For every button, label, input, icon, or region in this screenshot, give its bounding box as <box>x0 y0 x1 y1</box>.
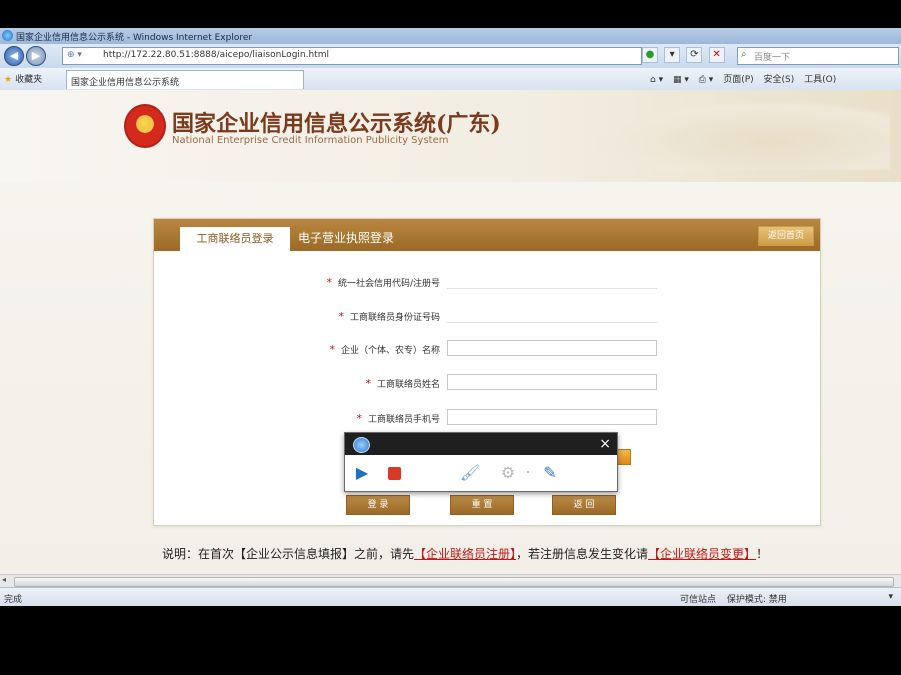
note-suffix: ！ <box>756 547 769 561</box>
print-icon[interactable]: ⎙ ▾ <box>699 75 714 85</box>
back-home-button[interactable]: 返回首页 <box>758 226 814 246</box>
site-header: ★ 国家企业信用信息公示系统(广东) National Enterprise C… <box>0 90 901 182</box>
company-name-label: 企业（个体、农专）名称 <box>340 346 440 356</box>
ie-logo-icon <box>2 30 13 41</box>
id-number-input[interactable] <box>447 307 657 323</box>
search-input[interactable]: ⌕ 百度一下 <box>737 47 899 65</box>
register-link[interactable]: 【企业联络员注册】 <box>414 547 516 561</box>
close-icon[interactable]: × <box>599 435 611 453</box>
favorites-bar: ★ 收藏夹 国家企业信用信息公示系统 ⌂ ▾ ▦ ▾ ⎙ ▾ 页面(P) 安全(S… <box>0 68 901 91</box>
scrollbar-thumb[interactable] <box>14 577 894 587</box>
field-label: * 统一社会信用代码/注册号 <box>326 276 440 289</box>
note-prefix: 说明：在首次【企业公示信息填报】之前，请先 <box>162 547 415 561</box>
required-mark: * <box>338 310 344 323</box>
separator <box>527 471 529 473</box>
stop-load-icon[interactable]: ✕ <box>708 47 725 63</box>
url-text: http://172.22.80.51:8888/aicepo/liaisonL… <box>103 50 329 60</box>
recorder-logo-icon <box>353 437 370 453</box>
favorites-label: 收藏夹 <box>15 75 43 85</box>
search-placeholder: 百度一下 <box>754 53 791 63</box>
horizontal-scrollbar[interactable]: ◂ <box>0 574 901 587</box>
field-row-company-name: * 企业（个体、农专）名称 <box>154 338 820 360</box>
menu-tools[interactable]: 工具(O) <box>804 75 836 85</box>
status-zone: 可信站点 保护模式: 禁用 <box>680 592 795 605</box>
tab-liaison-login[interactable]: 工商联络员登录 <box>180 227 290 251</box>
site-title: 国家企业信用信息公示系统(广东) <box>172 111 501 137</box>
window-title-bar: 国家企业信用信息公示系统 - Windows Internet Explorer <box>0 28 901 44</box>
phone-input[interactable] <box>447 409 657 425</box>
window-title: 国家企业信用信息公示系统 - Windows Internet Explorer <box>16 33 253 43</box>
url-field[interactable]: ⊕ ▾ http://172.22.80.51:8888/aicepo/liai… <box>62 47 642 65</box>
address-bar: ◀ ▶ ⊕ ▾ http://172.22.80.51:8888/aicepo/… <box>0 44 901 68</box>
scroll-left-icon[interactable]: ◂ <box>2 575 6 584</box>
feeds-icon[interactable]: ▦ ▾ <box>673 75 689 85</box>
credit-code-label: 统一社会信用代码/注册号 <box>337 279 440 289</box>
tab-title: 国家企业信用信息公示系统 <box>71 78 180 88</box>
return-button[interactable]: 返 回 <box>552 495 616 515</box>
login-button[interactable]: 登 录 <box>346 495 410 515</box>
browser-tab[interactable]: 国家企业信用信息公示系统 <box>66 70 304 89</box>
zoom-dropdown[interactable]: ▾ <box>888 592 893 602</box>
company-name-input[interactable] <box>447 340 657 356</box>
stop-icon[interactable] <box>383 462 405 484</box>
screen-recorder-toolbar: × ▶ 🖌 ⚙ ✎ <box>344 432 618 492</box>
search-icon: ⌕ <box>741 49 747 60</box>
page-icon: ⊕ ▾ <box>67 50 82 60</box>
menu-page[interactable]: 页面(P) <box>723 75 753 85</box>
web-page: ★ 国家企业信用信息公示系统(广东) National Enterprise C… <box>0 90 901 574</box>
national-emblem-icon: ★ <box>124 104 166 148</box>
play-icon[interactable]: ▶ <box>351 462 373 484</box>
recorder-tools: ▶ 🖌 ⚙ ✎ <box>345 455 617 491</box>
gear-icon[interactable]: ⚙ <box>497 462 519 484</box>
pen-icon[interactable]: ✎ <box>539 462 561 484</box>
dropdown-icon[interactable]: ▾ <box>664 47 681 63</box>
field-label: * 工商联络员身份证号码 <box>338 310 440 323</box>
liaison-name-input[interactable] <box>447 374 657 390</box>
login-panel-header: 工商联络员登录 电子营业执照登录 返回首页 <box>154 219 820 251</box>
compat-icon[interactable]: ● <box>642 47 658 63</box>
required-mark: * <box>326 276 332 289</box>
refresh-icon[interactable]: ⟳ <box>686 47 703 63</box>
id-number-label: 工商联络员身份证号码 <box>349 313 440 323</box>
star-icon: ★ <box>4 75 13 85</box>
command-bar: ⌂ ▾ ▦ ▾ ⎙ ▾ 页面(P) 安全(S) 工具(O) <box>650 72 843 85</box>
site-subtitle: National Enterprise Credit Information P… <box>172 135 449 146</box>
reset-button[interactable]: 重 置 <box>450 495 514 515</box>
note-middle: ，若注册信息发生变化请 <box>516 547 649 561</box>
instruction-note: 说明：在首次【企业公示信息填报】之前，请先【企业联络员注册】，若注册信息发生变化… <box>162 545 768 562</box>
required-mark: * <box>356 412 362 425</box>
phone-label: 工商联络员手机号 <box>367 415 440 425</box>
status-text: 完成 <box>4 595 23 605</box>
browser-window: 国家企业信用信息公示系统 - Windows Internet Explorer… <box>0 28 901 606</box>
back-arrow-icon[interactable]: ◀ <box>4 46 24 66</box>
field-row-id-number: * 工商联络员身份证号码 <box>154 305 820 327</box>
brush-icon[interactable]: 🖌 <box>459 462 481 484</box>
required-mark: * <box>329 343 335 356</box>
favorites-button[interactable]: ★ 收藏夹 <box>4 72 42 85</box>
zone-text: 可信站点 <box>680 595 717 605</box>
header-decoration <box>590 100 890 170</box>
field-row-liaison-name: * 工商联络员姓名 <box>154 372 820 394</box>
field-label: * 企业（个体、农专）名称 <box>329 343 440 356</box>
credit-code-input[interactable] <box>447 273 657 289</box>
address-tools: ● ▾ ⟳ ✕ <box>642 47 732 63</box>
field-label: * 工商联络员姓名 <box>365 377 440 390</box>
menu-safety[interactable]: 安全(S) <box>764 75 795 85</box>
tab-e-license-login[interactable]: 电子营业执照登录 <box>298 227 394 249</box>
status-bar: 完成 可信站点 保护模式: 禁用 ▾ <box>0 587 901 606</box>
field-row-credit-code: * 统一社会信用代码/注册号 <box>154 271 820 293</box>
field-row-phone: * 工商联络员手机号 <box>154 407 820 429</box>
field-label: * 工商联络员手机号 <box>356 412 440 425</box>
change-link[interactable]: 【企业联络员变更】 <box>648 547 756 561</box>
protect-mode-text: 保护模式: 禁用 <box>726 595 787 605</box>
recorder-title-bar[interactable]: × <box>345 433 617 455</box>
home-icon[interactable]: ⌂ ▾ <box>650 75 663 85</box>
required-mark: * <box>365 377 371 390</box>
forward-arrow-icon[interactable]: ▶ <box>26 46 46 66</box>
liaison-name-label: 工商联络员姓名 <box>376 380 440 390</box>
